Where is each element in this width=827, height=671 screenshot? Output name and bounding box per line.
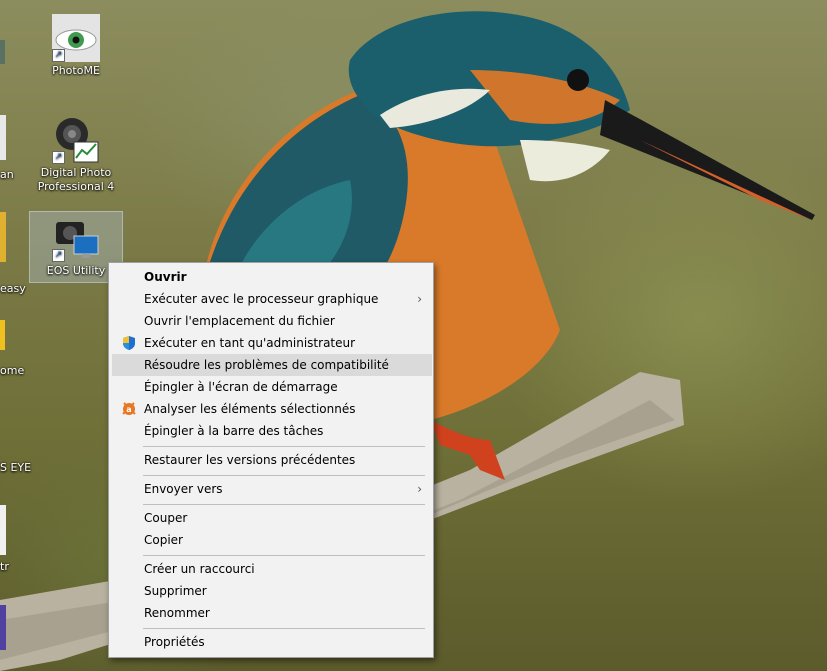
menu-item-pin-to-start[interactable]: Épingler à l'écran de démarrage	[112, 376, 432, 398]
desktop-icon-label: Digital Photo Professional 4	[37, 166, 115, 193]
menu-item-label: Copier	[144, 533, 183, 547]
menu-item-label: Ouvrir l'emplacement du fichier	[144, 314, 335, 328]
menu-separator	[143, 628, 425, 629]
svg-text:a: a	[126, 405, 131, 414]
shortcut-arrow-icon: ↗	[52, 151, 65, 164]
menu-item-label: Exécuter avec le processeur graphique	[144, 292, 379, 306]
menu-item-ouvrir[interactable]: Ouvrir	[112, 266, 432, 288]
menu-item-run-as-admin[interactable]: Exécuter en tant qu'administrateur	[112, 332, 432, 354]
edge-icon-fragment[interactable]	[0, 115, 6, 160]
menu-item-label: Exécuter en tant qu'administrateur	[144, 336, 356, 350]
shortcut-arrow-icon: ↗	[52, 249, 65, 262]
menu-separator	[143, 504, 425, 505]
desktop-icon-digital-photo-professional[interactable]: ↗ Digital Photo Professional 4	[30, 116, 122, 194]
menu-item-label: Résoudre les problèmes de compatibilité	[144, 358, 389, 372]
menu-item-copy[interactable]: Copier	[112, 529, 432, 551]
edge-label[interactable]: an	[0, 168, 14, 181]
menu-item-run-with-gpu[interactable]: Exécuter avec le processeur graphique ›	[112, 288, 432, 310]
menu-item-scan-selected[interactable]: a Analyser les éléments sélectionnés	[112, 398, 432, 420]
eos-utility-icon: ↗	[52, 214, 100, 262]
menu-item-label: Restaurer les versions précédentes	[144, 453, 356, 467]
edge-label[interactable]: easy	[0, 282, 26, 295]
edge-icon-fragment[interactable]	[0, 40, 5, 64]
menu-item-troubleshoot-compatibility[interactable]: Résoudre les problèmes de compatibilité	[112, 354, 432, 376]
menu-item-send-to[interactable]: Envoyer vers ›	[112, 478, 432, 500]
desktop-icon-photome[interactable]: ↗ PhotoME	[30, 14, 122, 78]
edge-icon-fragment[interactable]	[0, 505, 6, 555]
photome-icon: ↗	[52, 14, 100, 62]
menu-item-label: Renommer	[144, 606, 210, 620]
menu-item-label: Couper	[144, 511, 188, 525]
edge-icon-fragment[interactable]	[0, 320, 5, 350]
dpp-icon: ↗	[52, 116, 100, 164]
menu-item-create-shortcut[interactable]: Créer un raccourci	[112, 558, 432, 580]
menu-item-label: Ouvrir	[144, 270, 187, 284]
menu-item-label: Épingler à la barre des tâches	[144, 424, 324, 438]
edge-icon-fragment[interactable]	[0, 605, 6, 650]
menu-separator	[143, 475, 425, 476]
menu-item-cut[interactable]: Couper	[112, 507, 432, 529]
shortcut-arrow-icon: ↗	[52, 49, 65, 62]
menu-item-delete[interactable]: Supprimer	[112, 580, 432, 602]
menu-item-properties[interactable]: Propriétés	[112, 631, 432, 653]
menu-item-rename[interactable]: Renommer	[112, 602, 432, 624]
avast-icon: a	[121, 401, 137, 417]
menu-item-label: Analyser les éléments sélectionnés	[144, 402, 356, 416]
submenu-arrow-icon: ›	[417, 292, 422, 306]
menu-item-label: Envoyer vers	[144, 482, 223, 496]
uac-shield-icon	[121, 335, 137, 351]
menu-item-restore-previous-versions[interactable]: Restaurer les versions précédentes	[112, 449, 432, 471]
menu-item-label: Épingler à l'écran de démarrage	[144, 380, 338, 394]
context-menu: Ouvrir Exécuter avec le processeur graph…	[108, 262, 434, 658]
submenu-arrow-icon: ›	[417, 482, 422, 496]
menu-item-label: Créer un raccourci	[144, 562, 255, 576]
edge-label[interactable]: ome	[0, 364, 24, 377]
edge-label[interactable]: tr	[0, 560, 9, 573]
desktop-icon-label: PhotoME	[52, 64, 100, 77]
menu-item-label: Propriétés	[144, 635, 205, 649]
menu-item-pin-to-taskbar[interactable]: Épingler à la barre des tâches	[112, 420, 432, 442]
menu-separator	[143, 555, 425, 556]
menu-separator	[143, 446, 425, 447]
edge-icon-fragment[interactable]	[0, 212, 6, 262]
menu-item-label: Supprimer	[144, 584, 207, 598]
menu-item-open-file-location[interactable]: Ouvrir l'emplacement du fichier	[112, 310, 432, 332]
edge-label[interactable]: S EYE	[0, 461, 31, 474]
